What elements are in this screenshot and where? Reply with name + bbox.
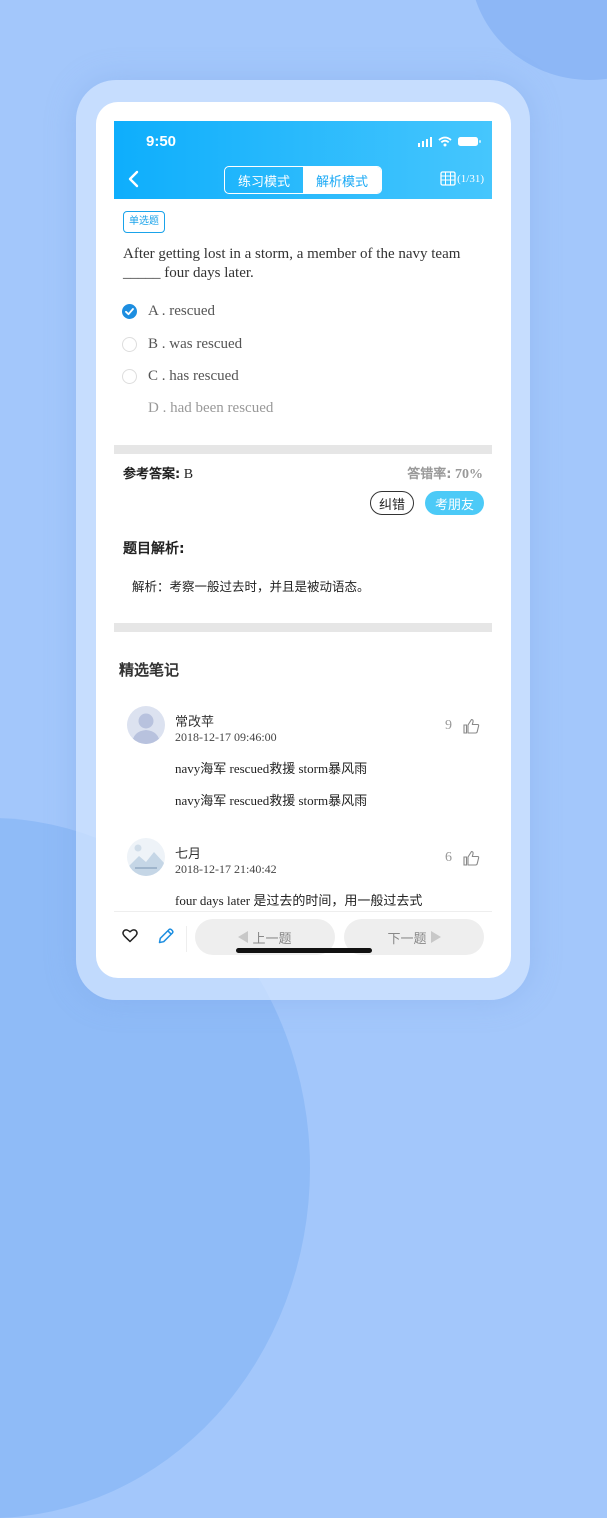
bottom-toolbar: 上一题 下一题: [114, 911, 492, 968]
answer-sheet-button[interactable]: (1/31): [440, 171, 484, 186]
error-rate-value: 70%: [455, 467, 483, 482]
question-text: After getting lost in a storm, a member …: [123, 246, 461, 281]
note-text: navy海军 rescued救援 storm暴风雨: [175, 761, 368, 776]
like-button[interactable]: 6: [445, 850, 480, 866]
report-error-button[interactable]: 纠错: [370, 491, 414, 515]
radio-icon: [122, 369, 137, 384]
note-text: navy海军 rescued救援 storm暴风雨: [175, 793, 368, 808]
pencil-icon: [158, 928, 174, 944]
reference-answer: 参考答案: B: [123, 463, 193, 483]
option-label: C . has rescued: [148, 368, 239, 384]
background-circle: [470, 0, 607, 80]
next-question-label: 下一题: [387, 931, 427, 947]
status-time: 9:50: [146, 133, 177, 150]
note-timestamp: 2018-12-17 09:46:00: [175, 730, 277, 744]
thumbs-up-icon: [463, 850, 480, 866]
section-divider: [114, 445, 492, 454]
note-text: four days later 是过去的时间，用一般过去式: [175, 893, 423, 908]
triangle-right-icon: [430, 931, 441, 943]
question-content: 单选题 After getting lost in a storm, a mem…: [114, 199, 492, 911]
radio-icon: [122, 337, 137, 352]
question-type-badge: 单选题: [123, 211, 165, 233]
favorite-button[interactable]: [122, 928, 138, 948]
option-label: B . was rescued: [148, 336, 243, 352]
previous-question-label: 上一题: [252, 931, 292, 947]
write-note-button[interactable]: [157, 927, 175, 950]
back-button[interactable]: [126, 169, 142, 189]
home-indicator[interactable]: [236, 948, 372, 953]
thumbs-up-icon: [463, 718, 480, 734]
like-count: 9: [445, 718, 452, 733]
section-divider: [114, 623, 492, 632]
note-username: 七月: [175, 847, 202, 862]
notes-title: 精选笔记: [119, 661, 180, 679]
option-label: D . had been rescued: [148, 400, 274, 416]
avatar[interactable]: [127, 706, 165, 744]
option-b[interactable]: B . was rescued: [122, 336, 242, 353]
toolbar-divider: [186, 926, 187, 952]
signal-icon: [417, 136, 432, 147]
error-rate: 答错率: 70%: [407, 463, 483, 483]
wifi-icon: [438, 136, 452, 147]
phone-screen: 9:50 练习模式 解析模式 (1/31) 单选题 After getting …: [96, 102, 511, 978]
analysis-text: 解析：考察一般过去时，并且是被动语态。: [132, 579, 370, 594]
reference-answer-value: B: [183, 467, 194, 482]
grid-icon: [440, 171, 456, 186]
app-header: 9:50 练习模式 解析模式 (1/31): [114, 121, 492, 199]
challenge-friend-button[interactable]: 考朋友: [425, 491, 484, 515]
option-d[interactable]: D . had been rescued: [122, 400, 273, 417]
note-timestamp: 2018-12-17 21:40:42: [175, 862, 277, 876]
note-username: 常改苹: [175, 715, 215, 730]
tab-analysis-mode[interactable]: 解析模式: [303, 167, 381, 193]
reference-answer-label: 参考答案:: [123, 467, 181, 482]
avatar[interactable]: [127, 838, 165, 876]
default-user-icon: [127, 706, 165, 744]
mode-toggle: 练习模式 解析模式: [224, 166, 382, 194]
battery-icon: [458, 137, 481, 146]
chevron-left-icon: [128, 170, 139, 188]
analysis-title: 题目解析:: [123, 541, 185, 557]
landscape-image-icon: [127, 838, 165, 876]
like-button[interactable]: 9: [445, 718, 480, 734]
like-count: 6: [445, 850, 452, 865]
option-label: A . rescued: [148, 303, 216, 319]
option-c[interactable]: C . has rescued: [122, 368, 239, 385]
status-icons: [417, 136, 481, 147]
option-a[interactable]: A . rescued: [122, 303, 215, 320]
progress-counter: (1/31): [457, 172, 484, 185]
triangle-left-icon: [238, 931, 249, 943]
tab-practice-mode[interactable]: 练习模式: [225, 167, 303, 193]
checked-radio-icon: [122, 304, 137, 319]
error-rate-label: 答错率:: [407, 467, 452, 482]
heart-icon: [122, 929, 138, 943]
